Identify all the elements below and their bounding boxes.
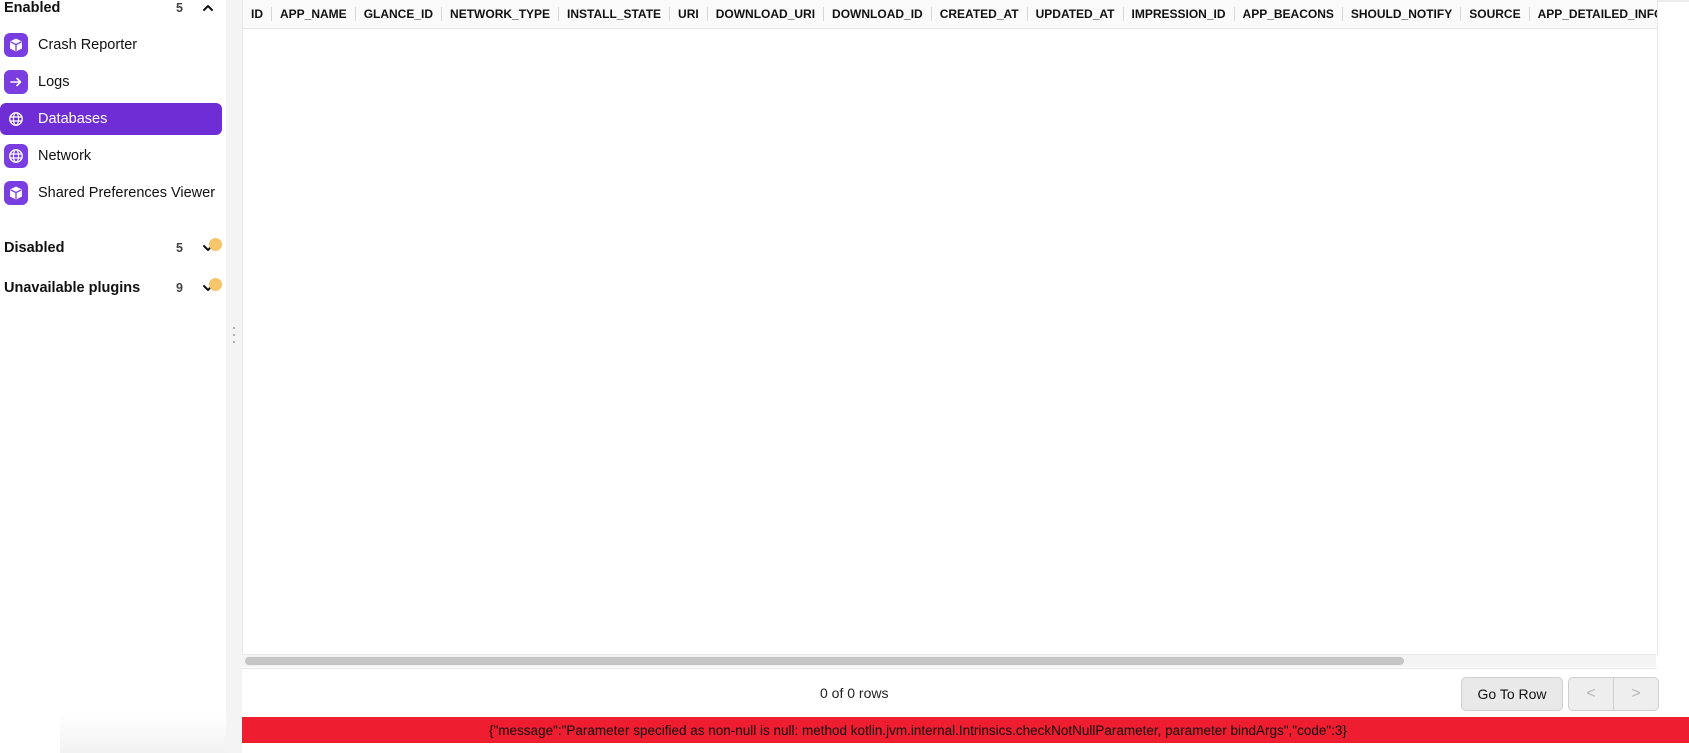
error-message: {"message":"Parameter specified as non-n…: [489, 722, 1347, 738]
sidebar-item-label: Network: [38, 148, 92, 164]
column-header[interactable]: DOWNLOAD_ID: [824, 7, 932, 21]
sidebar-item-label: Crash Reporter: [38, 37, 138, 53]
sidebar-item-network[interactable]: Network: [0, 140, 222, 172]
error-banner: {"message":"Parameter specified as non-n…: [242, 717, 1689, 743]
section-disabled-header[interactable]: Disabled 5: [0, 234, 226, 262]
sidebar-shade: [60, 713, 226, 753]
sidebar-item-logs[interactable]: Logs: [0, 66, 222, 98]
sidebar-item-shared-preferences[interactable]: Shared Preferences Viewer: [0, 177, 222, 209]
pagination-controls: < >: [1568, 677, 1659, 711]
globe-icon: [4, 144, 28, 168]
horizontal-scrollbar-thumb[interactable]: [245, 657, 1404, 665]
section-enabled-count: 5: [176, 1, 183, 15]
column-header[interactable]: APP_NAME: [272, 7, 356, 21]
column-header[interactable]: APP_DETAILED_INFO: [1530, 7, 1657, 21]
data-table: ID APP_NAME GLANCE_ID NETWORK_TYPE INSTA…: [242, 0, 1658, 655]
column-header[interactable]: GLANCE_ID: [356, 7, 443, 21]
section-disabled-count: 5: [176, 241, 183, 255]
column-header[interactable]: NETWORK_TYPE: [442, 7, 560, 21]
sidebar-item-label: Databases: [38, 111, 108, 127]
section-unavailable-count: 9: [176, 281, 183, 295]
column-header[interactable]: URI: [670, 7, 708, 21]
go-to-row-button[interactable]: Go To Row: [1461, 677, 1563, 711]
section-enabled-header[interactable]: Enabled 5: [0, 0, 226, 22]
notification-dot: [209, 278, 222, 291]
column-header[interactable]: UPDATED_AT: [1028, 7, 1124, 21]
table-header-row: ID APP_NAME GLANCE_ID NETWORK_TYPE INSTA…: [243, 0, 1657, 29]
column-header[interactable]: IMPRESSION_ID: [1124, 7, 1235, 21]
previous-page-button[interactable]: <: [1569, 678, 1614, 710]
section-unavailable-header[interactable]: Unavailable plugins 9: [0, 274, 226, 302]
panel-splitter[interactable]: [226, 0, 242, 753]
column-header[interactable]: CREATED_AT: [932, 7, 1028, 21]
row-count-label: 0 of 0 rows: [820, 685, 889, 701]
table-footer: 0 of 0 rows Go To Row < >: [242, 668, 1659, 717]
column-header[interactable]: APP_BEACONS: [1235, 7, 1343, 21]
sidebar-item-databases[interactable]: Databases: [0, 103, 222, 135]
notification-dot: [209, 238, 222, 251]
chevron-up-icon[interactable]: [201, 1, 215, 15]
databases-main-panel: ID APP_NAME GLANCE_ID NETWORK_TYPE INSTA…: [242, 0, 1689, 753]
column-header[interactable]: DOWNLOAD_URI: [708, 7, 825, 21]
arrow-right-icon: [4, 70, 28, 94]
drag-handle-icon[interactable]: [232, 327, 236, 343]
column-header[interactable]: INSTALL_STATE: [559, 7, 671, 21]
sidebar-item-crash-reporter[interactable]: Crash Reporter: [0, 29, 222, 61]
plugin-sidebar: Enabled 5 Crash Reporter Logs Databases …: [0, 0, 226, 753]
section-disabled-title: Disabled: [4, 240, 65, 256]
globe-icon: [4, 107, 28, 131]
section-enabled-title: Enabled: [4, 0, 61, 16]
cube-icon: [4, 181, 28, 205]
cube-icon: [4, 33, 28, 57]
column-header[interactable]: SHOULD_NOTIFY: [1343, 7, 1462, 21]
sidebar-item-label: Shared Preferences Viewer: [38, 185, 216, 201]
column-header[interactable]: SOURCE: [1461, 7, 1530, 21]
section-unavailable-title: Unavailable plugins: [4, 280, 141, 296]
column-header[interactable]: ID: [243, 7, 272, 21]
next-page-button[interactable]: >: [1614, 678, 1658, 710]
sidebar-item-label: Logs: [38, 74, 70, 90]
